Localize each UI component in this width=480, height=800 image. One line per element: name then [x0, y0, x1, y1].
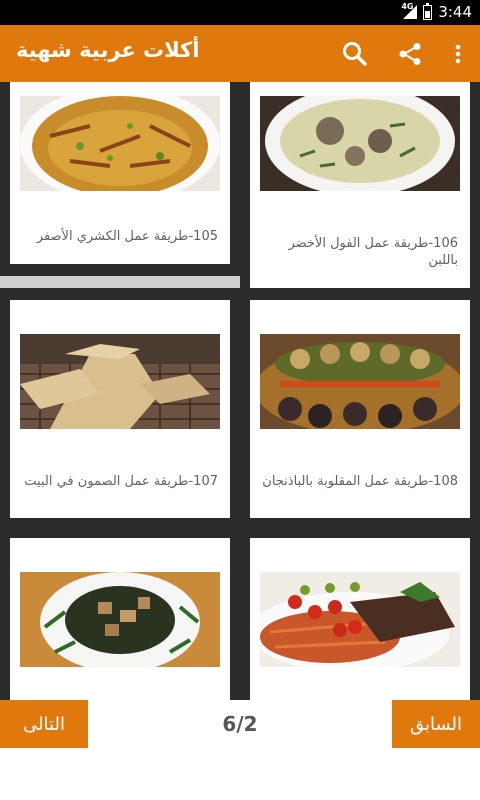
recipe-title: 107-طريقة عمل الصمون في البيت — [24, 474, 218, 489]
recipe-image — [20, 334, 220, 429]
recipe-card[interactable] — [10, 538, 230, 700]
signal-icon: 4G — [401, 2, 418, 19]
pagination-bar: التالى 6/2 السابق — [0, 700, 480, 800]
recipe-card[interactable]: 105-طريقة عمل الكشري الأصفر — [10, 82, 230, 264]
app-title: أكلات عربية شهية — [16, 38, 200, 62]
next-page-button[interactable]: التالى — [0, 700, 88, 748]
battery-icon — [423, 2, 433, 20]
app-bar: أكلات عربية شهية — [0, 25, 480, 82]
row-divider — [0, 276, 240, 288]
previous-page-button[interactable]: السابق — [392, 700, 480, 748]
share-icon[interactable] — [395, 39, 425, 69]
status-time: 3:44 — [438, 3, 472, 21]
recipe-image — [20, 96, 220, 191]
recipe-image — [20, 572, 220, 667]
overflow-menu-icon[interactable] — [443, 39, 473, 69]
network-type: 4G — [401, 2, 414, 11]
recipe-card[interactable]: 106-طريقة عمل الفول الأخضر باللبن — [250, 82, 470, 288]
recipe-image — [260, 334, 460, 429]
recipe-title: 108-طريقة عمل المقلوبة بالباذنجان — [262, 474, 458, 489]
recipe-image — [260, 572, 460, 667]
page-indicator: 6/2 — [222, 712, 258, 736]
recipe-title: 105-طريقة عمل الكشري الأصفر — [36, 229, 218, 244]
recipe-card[interactable] — [250, 538, 470, 700]
recipe-card[interactable]: 107-طريقة عمل الصمون في البيت — [10, 300, 230, 518]
status-bar: 4G 3:44 — [0, 0, 480, 25]
search-icon[interactable] — [340, 39, 370, 69]
recipe-image — [260, 96, 460, 191]
recipe-card[interactable]: 108-طريقة عمل المقلوبة بالباذنجان — [250, 300, 470, 518]
recipes-grid[interactable]: 105-طريقة عمل الكشري الأصفر 106-طريقة عم… — [0, 82, 480, 700]
recipe-title: 106-طريقة عمل الفول الأخضر باللبن — [288, 236, 458, 268]
